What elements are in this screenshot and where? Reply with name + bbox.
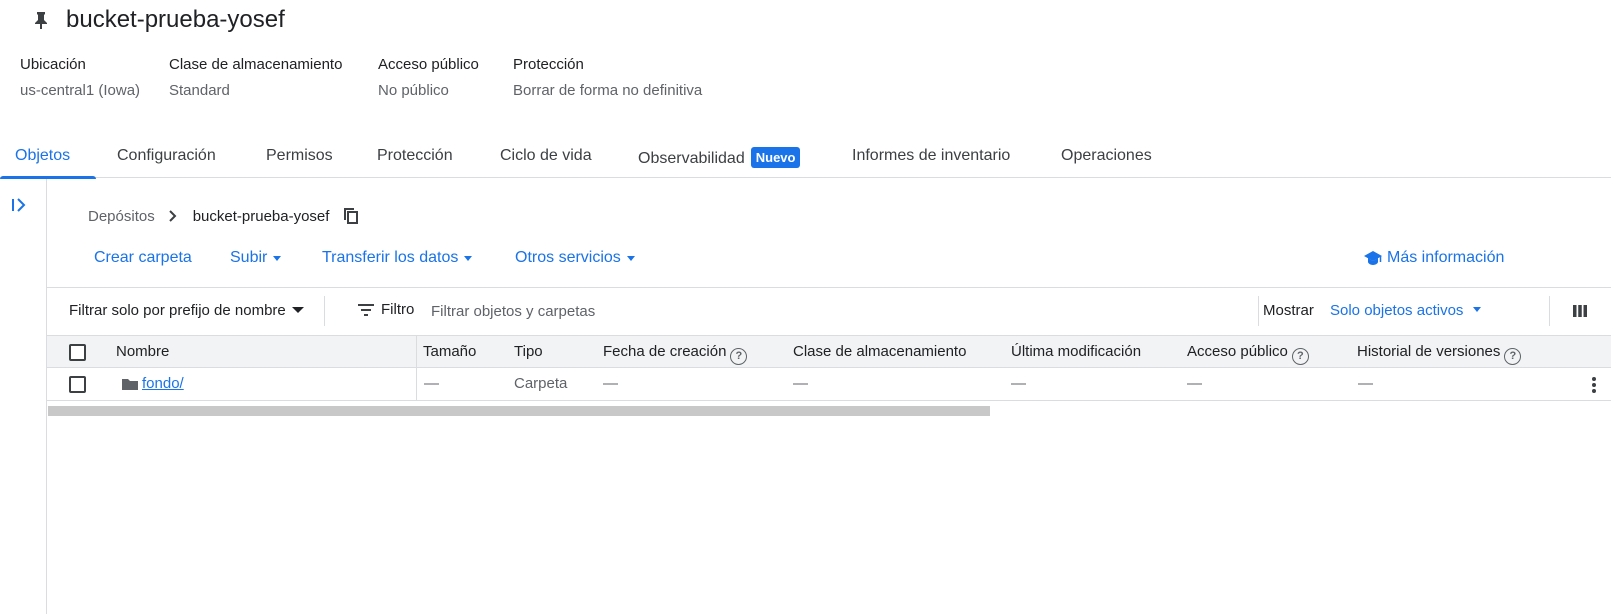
divider: [324, 296, 325, 326]
table-row[interactable]: fondo/ — Carpeta — — — — —: [47, 368, 1611, 401]
table-header: Nombre Tamaño Tipo Fecha de creación? Cl…: [47, 335, 1611, 368]
prefix-filter-select[interactable]: Filtrar solo por prefijo de nombre: [69, 302, 304, 319]
cell-fecha: —: [603, 375, 618, 392]
tab-objetos[interactable]: Objetos: [0, 138, 97, 179]
tab-observabilidad-label: Observabilidad: [638, 150, 745, 167]
other-services-button[interactable]: Otros servicios: [515, 247, 635, 269]
caret-down-icon: [464, 255, 473, 261]
help-icon[interactable]: ?: [1504, 348, 1522, 365]
column-display-icon[interactable]: [1572, 303, 1588, 319]
column-divider: [416, 368, 417, 400]
page-title: bucket-prueba-yosef: [66, 6, 285, 33]
tab-permisos[interactable]: Permisos: [266, 138, 333, 178]
column-header-fecha-label: Fecha de creación: [603, 343, 727, 360]
new-badge: Nuevo: [750, 147, 801, 168]
meta-storage-class: Clase de almacenamiento Standard: [169, 56, 342, 99]
column-header-historial-versiones[interactable]: Historial de versiones?: [1357, 336, 1522, 368]
tab-bar: Objetos Configuración Permisos Protecció…: [0, 138, 1611, 179]
meta-value: Borrar de forma no definitiva: [513, 82, 703, 99]
meta-label: Protección: [513, 56, 584, 73]
upload-label: Subir: [230, 249, 268, 266]
tab-proteccion[interactable]: Protección: [377, 138, 453, 178]
cell-clase: —: [793, 375, 808, 392]
meta-value: Standard: [169, 82, 230, 99]
help-icon[interactable]: ?: [1291, 348, 1309, 365]
title-row: bucket-prueba-yosef: [33, 4, 285, 36]
cell-tamano: —: [424, 375, 439, 392]
folder-link[interactable]: fondo/: [142, 368, 184, 400]
expand-panel-icon[interactable]: [10, 195, 30, 215]
column-header-nombre[interactable]: Nombre: [116, 336, 169, 368]
copy-icon[interactable]: [343, 207, 359, 225]
more-vert-icon[interactable]: [1591, 376, 1597, 394]
meta-public-access: Acceso público No público: [378, 56, 479, 99]
help-icon[interactable]: ?: [730, 348, 748, 365]
create-folder-button[interactable]: Crear carpeta: [94, 247, 192, 269]
meta-location: Ubicación us-central1 (Iowa): [20, 56, 140, 99]
learn-more-link[interactable]: Más información: [1364, 247, 1504, 269]
select-all-checkbox[interactable]: [69, 344, 86, 361]
chevron-right-icon: [167, 209, 179, 223]
tab-informes-inventario[interactable]: Informes de inventario: [852, 138, 1010, 178]
meta-value: us-central1 (Iowa): [20, 82, 141, 99]
filter-input[interactable]: [431, 296, 1131, 326]
create-folder-label: Crear carpeta: [94, 249, 192, 266]
meta-label: Ubicación: [20, 56, 86, 73]
cell-acceso: —: [1187, 375, 1202, 392]
horizontal-scrollbar[interactable]: [48, 406, 990, 416]
meta-value: No público: [378, 82, 449, 99]
learn-more-label: Más información: [1387, 249, 1505, 266]
transfer-data-button[interactable]: Transferir los datos: [322, 247, 473, 269]
breadcrumb-depositos[interactable]: Depósitos: [88, 208, 155, 225]
column-header-historial-label: Historial de versiones: [1357, 343, 1501, 360]
filter-bar: Filtrar solo por prefijo de nombre Filtr…: [47, 288, 1611, 335]
column-header-ultima-modificacion[interactable]: Última modificación: [1011, 336, 1141, 368]
column-header-acceso-publico[interactable]: Acceso público?: [1187, 336, 1309, 368]
tab-operaciones[interactable]: Operaciones: [1061, 138, 1152, 178]
column-header-tamano[interactable]: Tamaño: [423, 336, 476, 368]
row-checkbox[interactable]: [69, 376, 86, 393]
upload-button[interactable]: Subir: [230, 247, 282, 269]
filter-label: Filtro: [381, 301, 415, 318]
pin-icon[interactable]: [33, 10, 49, 30]
show-select[interactable]: Solo objetos activos: [1330, 302, 1482, 319]
filter-icon: [357, 303, 375, 317]
show-label: Mostrar: [1263, 302, 1314, 319]
column-header-acceso-label: Acceso público: [1187, 343, 1288, 360]
divider: [1549, 296, 1550, 326]
tab-observabilidad[interactable]: Observabilidad Nuevo: [638, 138, 801, 178]
cell-historial: —: [1358, 375, 1373, 392]
other-services-label: Otros servicios: [515, 249, 621, 266]
tab-configuracion[interactable]: Configuración: [117, 138, 216, 178]
tab-ciclo-de-vida[interactable]: Ciclo de vida: [500, 138, 592, 178]
left-rail: [0, 179, 47, 614]
breadcrumb: Depósitos bucket-prueba-yosef: [88, 205, 359, 227]
caret-down-icon: [626, 255, 635, 261]
prefix-filter-label: Filtrar solo por prefijo de nombre: [69, 302, 286, 319]
cell-tipo: Carpeta: [514, 375, 568, 392]
column-divider: [416, 336, 417, 368]
cell-modificacion: —: [1011, 375, 1026, 392]
show-select-value: Solo objetos activos: [1330, 302, 1464, 319]
breadcrumb-current: bucket-prueba-yosef: [192, 207, 330, 225]
filter-button[interactable]: Filtro: [357, 301, 414, 318]
caret-down-icon: [291, 307, 304, 313]
meta-label: Acceso público: [378, 56, 479, 73]
folder-icon: [121, 376, 139, 392]
caret-down-icon: [273, 255, 282, 261]
folder-name[interactable]: fondo/: [142, 375, 184, 392]
caret-down-icon: [1473, 307, 1482, 312]
column-header-fecha-creacion[interactable]: Fecha de creación?: [603, 336, 748, 368]
transfer-data-label: Transferir los datos: [322, 249, 459, 266]
school-icon: [1364, 250, 1382, 266]
column-header-tipo[interactable]: Tipo: [514, 336, 543, 368]
meta-label: Clase de almacenamiento: [169, 56, 343, 73]
meta-protection: Protección Borrar de forma no definitiva: [513, 56, 702, 99]
divider: [1258, 296, 1259, 326]
column-header-clase[interactable]: Clase de almacenamiento: [793, 336, 966, 368]
